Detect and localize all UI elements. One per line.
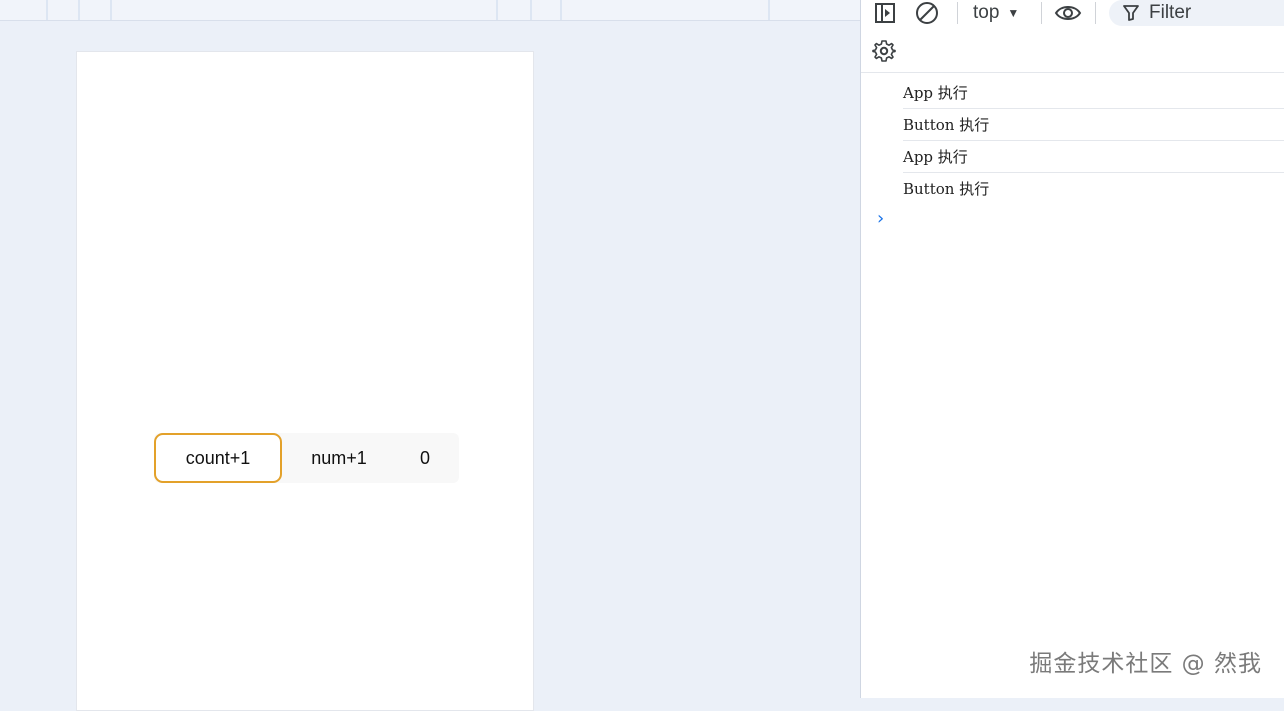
clear-console-icon[interactable]	[913, 0, 941, 26]
filter-placeholder: Filter	[1149, 2, 1192, 23]
context-selector[interactable]: top ▼	[973, 0, 1019, 26]
console-log-entry: App 执行	[903, 76, 1284, 109]
console-log-entry: App 执行	[903, 140, 1284, 173]
funnel-icon	[1123, 5, 1139, 21]
num-value-display: 0	[419, 447, 430, 468]
context-label: top	[973, 2, 1000, 23]
ruler-tick	[768, 0, 770, 20]
button-row: count+1 num+1 0	[154, 433, 459, 483]
ruler-tick	[560, 0, 562, 20]
num-increment-button[interactable]: num+1	[284, 433, 394, 483]
console-toolbar: top ▼ Filter	[861, 0, 1284, 73]
top-ruler	[0, 0, 860, 21]
ruler-tick	[46, 0, 48, 20]
eye-icon[interactable]	[1053, 0, 1083, 26]
device-viewport: count+1 num+1 0	[76, 51, 534, 711]
ruler-tick	[530, 0, 532, 20]
toolbar-divider	[1095, 2, 1096, 24]
gear-icon[interactable]	[871, 38, 897, 64]
watermark: 掘金技术社区 @ 然我	[1029, 651, 1262, 677]
toolbar-divider	[1041, 2, 1042, 24]
show-sidebar-icon[interactable]	[871, 0, 899, 26]
ruler-tick	[496, 0, 498, 20]
console-log-entry: Button 执行	[903, 179, 990, 198]
ruler-tick	[78, 0, 80, 20]
ruler-tick	[110, 0, 112, 20]
caret-down-icon: ▼	[1007, 6, 1020, 20]
console-prompt[interactable]: ›	[877, 208, 884, 229]
toolbar-divider	[957, 2, 958, 24]
count-increment-button[interactable]: count+1	[154, 433, 282, 483]
devtools-console-panel: top ▼ Filter App 执行 Button 执行 App 执行 But…	[860, 0, 1284, 698]
console-log-entry: Button 执行	[903, 108, 1284, 141]
filter-input[interactable]: Filter	[1109, 0, 1284, 26]
